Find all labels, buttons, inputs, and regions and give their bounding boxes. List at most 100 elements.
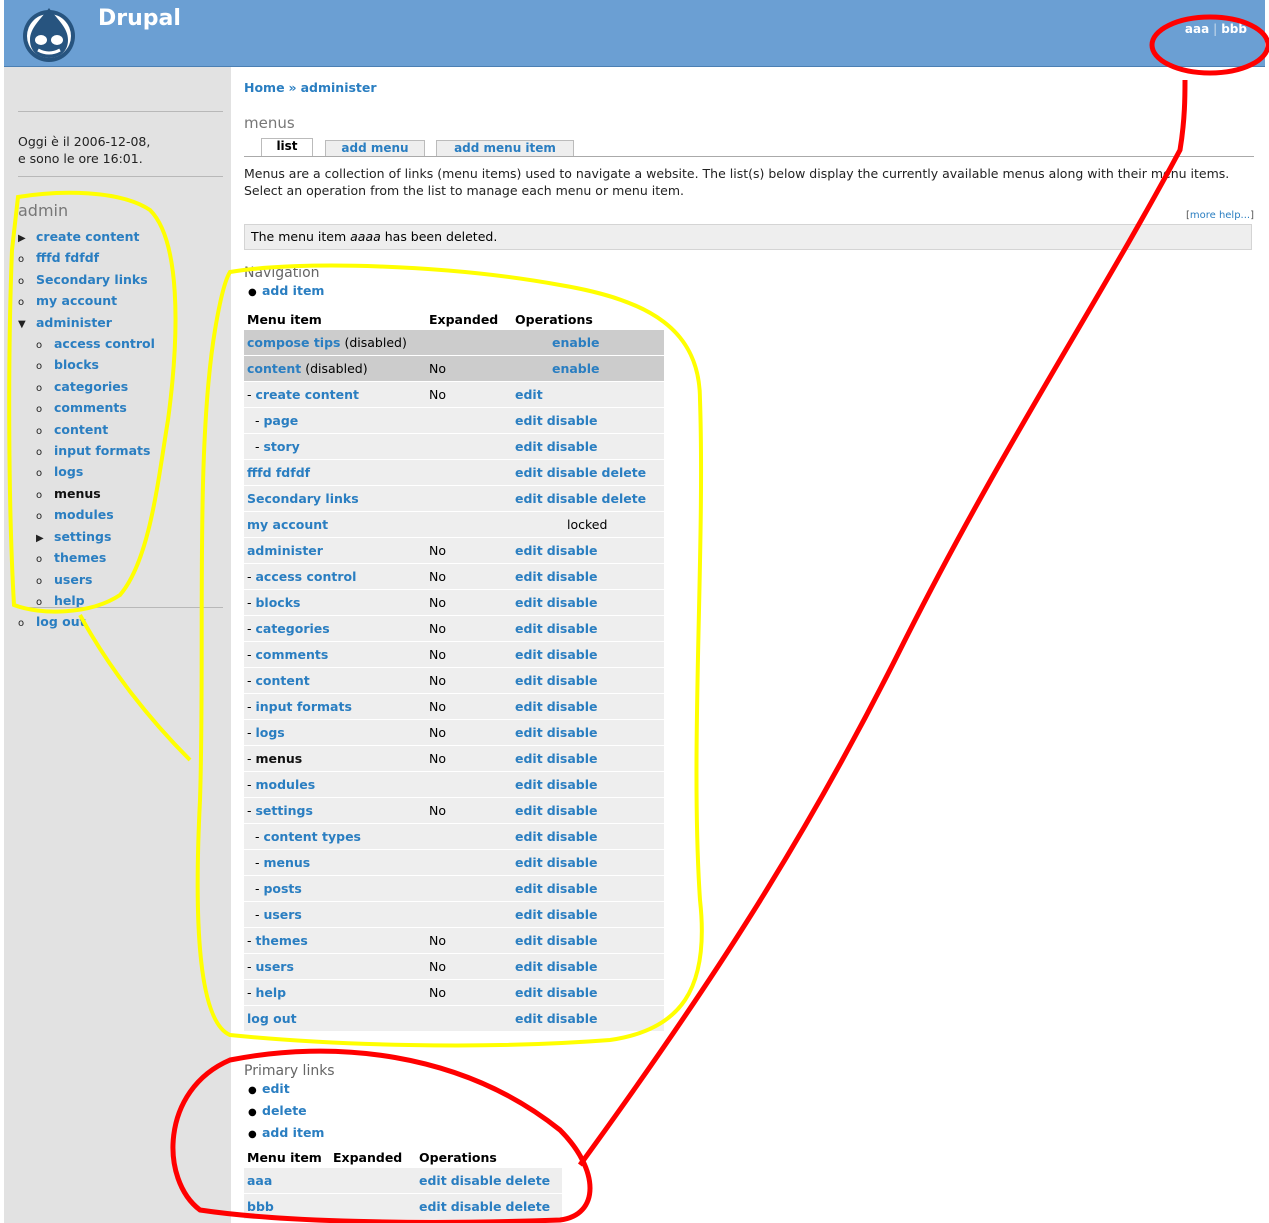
edit-link[interactable]: edit	[515, 387, 543, 402]
edit-link[interactable]: edit	[515, 621, 543, 636]
edit-link[interactable]: edit	[515, 439, 543, 454]
enable-link[interactable]: enable	[552, 335, 600, 350]
disable-link[interactable]: disable	[451, 1199, 502, 1214]
delete-link[interactable]: delete	[602, 465, 647, 480]
menu-item-link[interactable]: content	[247, 361, 301, 376]
secondary-link-aaa[interactable]: aaa	[1185, 22, 1209, 36]
edit-link[interactable]: edit	[515, 829, 543, 844]
edit-link[interactable]: edit	[515, 777, 543, 792]
delete-link[interactable]: delete	[506, 1199, 551, 1214]
edit-link[interactable]: edit	[515, 725, 543, 740]
sidebar-item-label[interactable]: comments	[54, 400, 127, 415]
menu-item-link[interactable]: comments	[255, 647, 328, 662]
sidebar-item-content[interactable]: o content	[18, 420, 155, 441]
menu-item-link[interactable]: logs	[255, 725, 284, 740]
edit-link[interactable]: edit	[515, 673, 543, 688]
disable-link[interactable]: disable	[547, 725, 598, 740]
add-item-link[interactable]: add item	[262, 1125, 324, 1140]
sidebar-item-label[interactable]: users	[54, 572, 92, 587]
edit-link[interactable]: edit	[515, 1011, 543, 1026]
edit-link[interactable]: edit	[262, 1081, 290, 1096]
edit-link[interactable]: edit	[515, 933, 543, 948]
sidebar-item-create-content[interactable]: ▶ create content	[18, 227, 155, 248]
sidebar-item-label[interactable]: logs	[54, 464, 83, 479]
edit-link[interactable]: edit	[419, 1199, 447, 1214]
disable-link[interactable]: disable	[547, 751, 598, 766]
menu-item-link[interactable]: story	[263, 439, 299, 454]
disable-link[interactable]: disable	[547, 621, 598, 636]
disable-link[interactable]: disable	[547, 777, 598, 792]
disable-link[interactable]: disable	[547, 673, 598, 688]
menu-item-link[interactable]: log out	[247, 1011, 297, 1026]
menu-item-link[interactable]: page	[263, 413, 298, 428]
disable-link[interactable]: disable	[547, 413, 598, 428]
menu-item-link[interactable]: users	[255, 959, 293, 974]
sidebar-item-fffd-fdfdf[interactable]: o fffd fdfdf	[18, 248, 155, 269]
delete-link[interactable]: delete	[602, 491, 647, 506]
disable-link[interactable]: disable	[547, 569, 598, 584]
sidebar-item-label[interactable]: input formats	[54, 443, 150, 458]
tab-add-menu[interactable]: add menu	[325, 140, 425, 156]
disable-link[interactable]: disable	[547, 959, 598, 974]
edit-link[interactable]: edit	[515, 881, 543, 896]
edit-link[interactable]: edit	[515, 647, 543, 662]
sidebar-item-label[interactable]: categories	[54, 379, 128, 394]
disable-link[interactable]: disable	[547, 1011, 598, 1026]
secondary-link-bbb[interactable]: bbb	[1221, 22, 1247, 36]
edit-link[interactable]: edit	[515, 907, 543, 922]
menu-item-link[interactable]: create content	[255, 387, 359, 402]
sidebar-item-label[interactable]: help	[54, 593, 85, 608]
sidebar-item-label[interactable]: my account	[36, 293, 117, 308]
menu-item-link[interactable]: settings	[255, 803, 312, 818]
sidebar-item-users[interactable]: o users	[18, 570, 155, 591]
disable-link[interactable]: disable	[547, 985, 598, 1000]
edit-link[interactable]: edit	[515, 595, 543, 610]
menu-item-link[interactable]: categories	[255, 621, 329, 636]
edit-link[interactable]: edit	[515, 491, 543, 506]
sidebar-item-menus[interactable]: o menus	[18, 484, 155, 505]
disable-link[interactable]: disable	[547, 439, 598, 454]
edit-link[interactable]: edit	[515, 543, 543, 558]
disable-link[interactable]: disable	[547, 907, 598, 922]
menu-item-link[interactable]: Secondary links	[247, 491, 359, 506]
edit-link[interactable]: edit	[515, 699, 543, 714]
sidebar-item-label[interactable]: settings	[54, 529, 111, 544]
menu-item-link[interactable]: help	[255, 985, 286, 1000]
sidebar-item-label[interactable]: administer	[36, 315, 112, 330]
add-item-link[interactable]: add item	[262, 283, 324, 298]
disable-link[interactable]: disable	[547, 699, 598, 714]
edit-link[interactable]: edit	[515, 959, 543, 974]
disable-link[interactable]: disable	[547, 647, 598, 662]
sidebar-item-label[interactable]: menus	[54, 486, 101, 501]
sidebar-item-label[interactable]: access control	[54, 336, 155, 351]
menu-item-link[interactable]: aaa	[247, 1173, 272, 1188]
disable-link[interactable]: disable	[547, 933, 598, 948]
sidebar-item-logs[interactable]: o logs	[18, 462, 155, 483]
sidebar-item-log-out[interactable]: o log out	[18, 612, 155, 633]
sidebar-item-label[interactable]: create content	[36, 229, 140, 244]
sidebar-item-input-formats[interactable]: o input formats	[18, 441, 155, 462]
sidebar-item-settings[interactable]: ▶ settings	[18, 527, 155, 548]
edit-link[interactable]: edit	[515, 985, 543, 1000]
menu-item-link[interactable]: compose tips	[247, 335, 340, 350]
menu-item-link[interactable]: administer	[247, 543, 323, 558]
sidebar-item-label[interactable]: blocks	[54, 357, 99, 372]
menu-item-link[interactable]: themes	[255, 933, 307, 948]
edit-link[interactable]: edit	[515, 413, 543, 428]
menu-item-link[interactable]: menus	[263, 855, 310, 870]
sidebar-item-modules[interactable]: o modules	[18, 505, 155, 526]
sidebar-item-comments[interactable]: o comments	[18, 398, 155, 419]
sidebar-item-label[interactable]: modules	[54, 507, 114, 522]
edit-link[interactable]: edit	[515, 465, 543, 480]
menu-item-link[interactable]: menus	[255, 751, 302, 766]
tab-add-menu-item[interactable]: add menu item	[436, 140, 574, 156]
sidebar-item-my-account[interactable]: o my account	[18, 291, 155, 312]
sidebar-item-access-control[interactable]: o access control	[18, 334, 155, 355]
edit-link[interactable]: edit	[515, 803, 543, 818]
menu-item-link[interactable]: bbb	[247, 1199, 274, 1214]
sidebar-item-label[interactable]: fffd fdfdf	[36, 250, 99, 265]
sidebar-item-help[interactable]: o help	[18, 591, 155, 612]
delete-link[interactable]: delete	[506, 1173, 551, 1188]
sidebar-item-themes[interactable]: o themes	[18, 548, 155, 569]
more-help-link[interactable]: more help...	[1190, 210, 1250, 221]
